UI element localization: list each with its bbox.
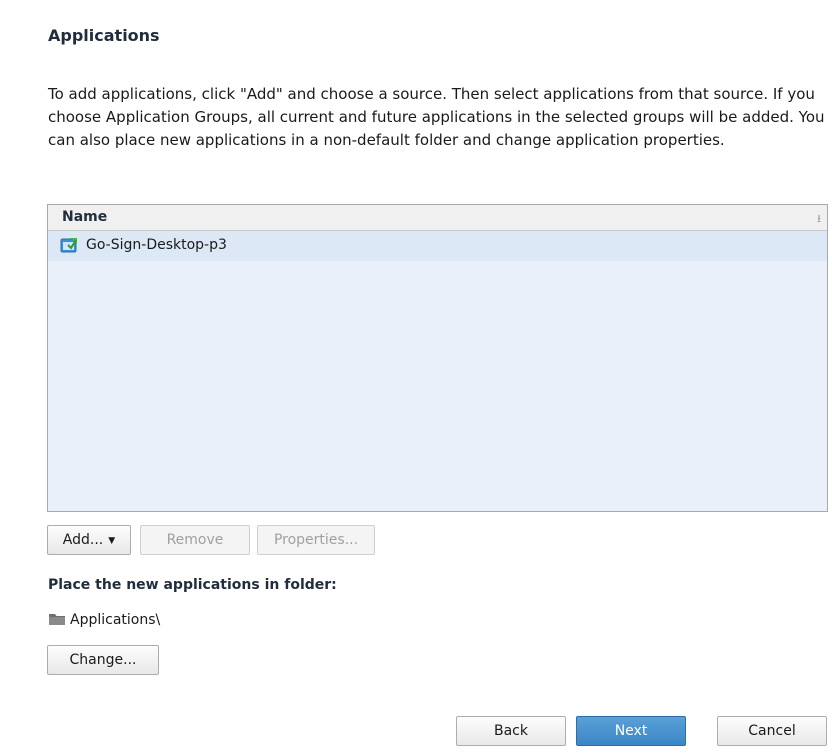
applications-list[interactable]: Name ⭳ Go-Sign-Desktop-p3 <box>47 204 828 512</box>
list-header[interactable]: Name ⭳ <box>48 205 827 231</box>
chevron-down-icon: ▼ <box>108 536 116 546</box>
application-icon <box>60 238 77 253</box>
sort-arrow-icon[interactable]: ⭳ <box>817 210 821 229</box>
change-folder-button-label: Change... <box>69 652 137 668</box>
folder-path: Applications\ <box>48 612 160 628</box>
change-folder-button[interactable]: Change... <box>47 645 159 675</box>
section-title: Applications <box>48 26 160 45</box>
list-item-label: Go-Sign-Desktop-p3 <box>86 237 227 253</box>
remove-button-label: Remove <box>166 532 224 548</box>
add-button[interactable]: Add... ▼ <box>47 525 131 555</box>
properties-button-label: Properties... <box>273 532 359 548</box>
back-button-label: Back <box>494 723 528 739</box>
applications-wizard-page: Applications To add applications, click … <box>0 0 832 755</box>
back-button[interactable]: Back <box>456 716 566 746</box>
list-item[interactable]: Go-Sign-Desktop-p3 <box>48 231 827 261</box>
cancel-button[interactable]: Cancel <box>717 716 827 746</box>
properties-button[interactable]: Properties... <box>257 525 375 555</box>
folder-icon <box>49 614 65 625</box>
folder-label: Place the new applications in folder: <box>48 577 337 593</box>
next-button[interactable]: Next <box>576 716 686 746</box>
folder-path-text: Applications\ <box>70 612 161 628</box>
column-header-name[interactable]: Name <box>62 209 107 225</box>
cancel-button-label: Cancel <box>748 723 796 739</box>
add-button-label: Add... <box>62 532 104 548</box>
next-button-label: Next <box>614 723 648 739</box>
remove-button[interactable]: Remove <box>140 525 250 555</box>
section-description: To add applications, click "Add" and cho… <box>48 85 825 149</box>
